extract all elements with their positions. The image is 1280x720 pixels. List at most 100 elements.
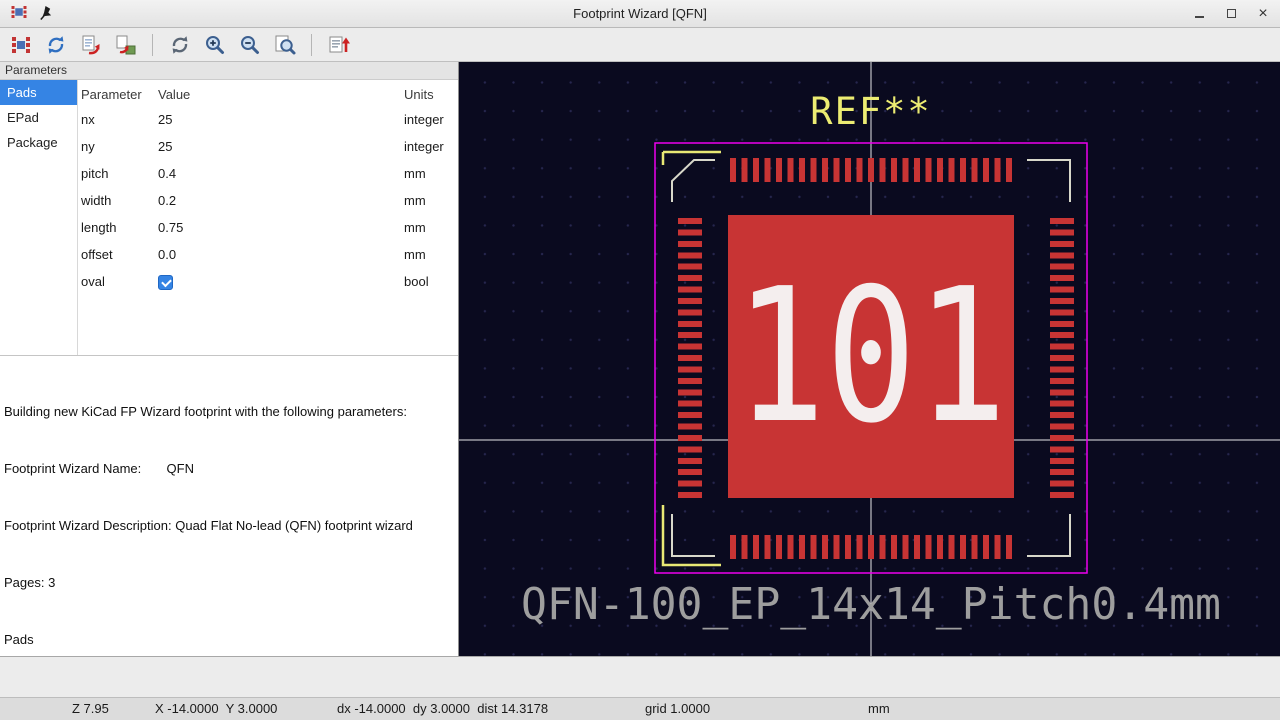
smd-pad (678, 344, 702, 350)
smd-pad (678, 401, 702, 407)
smd-pad (1050, 492, 1074, 498)
smd-pad (868, 535, 874, 559)
param-value-width[interactable]: 0.2 (155, 193, 401, 208)
param-name: offset (78, 247, 155, 262)
smd-pad (765, 158, 771, 182)
zoom-to-fit-button[interactable] (270, 30, 299, 59)
column-header-parameter: Parameter (78, 87, 155, 102)
smd-pad (983, 535, 989, 559)
smd-pad (914, 535, 920, 559)
smd-pad (949, 158, 955, 182)
smd-pad (753, 535, 759, 559)
zoom-out-button[interactable] (235, 30, 264, 59)
smd-pad (1050, 481, 1074, 487)
parameters-caption: Parameters (0, 62, 458, 80)
smd-pad (937, 158, 943, 182)
smd-pad (983, 158, 989, 182)
smd-pad (1006, 158, 1012, 182)
smd-pad (1050, 321, 1074, 327)
update-footprint-button[interactable] (41, 30, 70, 59)
smd-pad (1050, 264, 1074, 270)
smd-pad (880, 535, 886, 559)
smd-pad (1050, 229, 1074, 235)
param-value-pitch[interactable]: 0.4 (155, 166, 401, 181)
smd-pad (678, 264, 702, 270)
wizard-message-log: Building new KiCad FP Wizard footprint w… (0, 356, 458, 656)
export-footprint-button[interactable] (76, 30, 105, 59)
export-parameters-button[interactable] (324, 30, 353, 59)
smd-pad (678, 446, 702, 452)
close-button[interactable]: × (1256, 7, 1270, 21)
param-units: mm (401, 220, 458, 235)
footprint-preview-canvas[interactable]: REF** 101 QFN-100_EP_14x14_Pitch0.4mm (459, 62, 1280, 656)
smd-pad (678, 389, 702, 395)
param-units: bool (401, 274, 458, 289)
column-header-value: Value (155, 87, 401, 102)
param-units: mm (401, 247, 458, 262)
page-item-package[interactable]: Package (0, 130, 77, 155)
oval-checkbox[interactable] (158, 275, 173, 290)
smd-pad (678, 218, 702, 224)
param-value-offset[interactable]: 0.0 (155, 247, 401, 262)
table-row: nx 25 integer (78, 106, 458, 133)
smd-pad (753, 158, 759, 182)
param-name: ny (78, 139, 155, 154)
table-row: ny 25 integer (78, 133, 458, 160)
smd-pad (891, 158, 897, 182)
log-line: Pads (4, 630, 454, 649)
cursor-deltas: dx -14.0000 dy 3.0000 dist 14.3178 (337, 698, 548, 720)
table-row: offset 0.0 mm (78, 241, 458, 268)
maximize-button[interactable] (1224, 7, 1238, 21)
smd-pad (678, 378, 702, 384)
smd-pad (742, 158, 748, 182)
param-value-nx[interactable]: 25 (155, 112, 401, 127)
select-footprint-wizard-button[interactable] (6, 30, 35, 59)
param-value-length[interactable]: 0.75 (155, 220, 401, 235)
param-name: pitch (78, 166, 155, 181)
smd-pad (937, 535, 943, 559)
smd-pad (678, 435, 702, 441)
titlebar[interactable]: Footprint Wizard [QFN] × (0, 0, 1280, 28)
param-units: mm (401, 166, 458, 181)
param-units: integer (401, 112, 458, 127)
smd-pad (1006, 535, 1012, 559)
log-line: Footprint Wizard Description: Quad Flat … (4, 516, 454, 535)
smd-pad (1050, 344, 1074, 350)
param-name: nx (78, 112, 155, 127)
cursor-xy: X -14.0000 Y 3.0000 (155, 698, 277, 720)
smd-pad (742, 535, 748, 559)
insert-footprint-to-board-button[interactable] (111, 30, 140, 59)
smd-pad (1050, 378, 1074, 384)
column-header-units: Units (401, 87, 458, 102)
table-row: length 0.75 mm (78, 214, 458, 241)
main-area: Parameters Pads EPad Package Parameter V… (0, 62, 1280, 656)
smd-pad (776, 158, 782, 182)
redraw-view-button[interactable] (165, 30, 194, 59)
param-name: length (78, 220, 155, 235)
minimize-button[interactable] (1192, 7, 1206, 21)
smd-pad (678, 458, 702, 464)
toolbar-separator (311, 34, 312, 56)
smd-pad (678, 241, 702, 247)
toolbar (0, 28, 1280, 62)
page-item-epad[interactable]: EPad (0, 105, 77, 130)
footprint-wizard-window: Footprint Wizard [QFN] × (0, 0, 1280, 720)
zoom-in-button[interactable] (200, 30, 229, 59)
smd-pad (1050, 241, 1074, 247)
smd-pad (995, 158, 1001, 182)
param-value-ny[interactable]: 25 (155, 139, 401, 154)
smd-pad (730, 535, 736, 559)
coordinate-status-bar: Z 7.95 X -14.0000 Y 3.0000 dx -14.0000 d… (0, 697, 1280, 720)
parameter-table: Parameter Value Units nx 25 integer ny 2… (78, 80, 458, 355)
pin-icon[interactable] (38, 5, 53, 23)
smd-pad (903, 535, 909, 559)
smd-pad (678, 481, 702, 487)
page-item-pads[interactable]: Pads (0, 80, 77, 105)
param-units: integer (401, 139, 458, 154)
smd-pad (765, 535, 771, 559)
smd-pad (1050, 412, 1074, 418)
app-icon (10, 3, 28, 24)
window-title: Footprint Wizard [QFN] (0, 6, 1280, 21)
smd-pad (880, 158, 886, 182)
smd-pad (678, 355, 702, 361)
